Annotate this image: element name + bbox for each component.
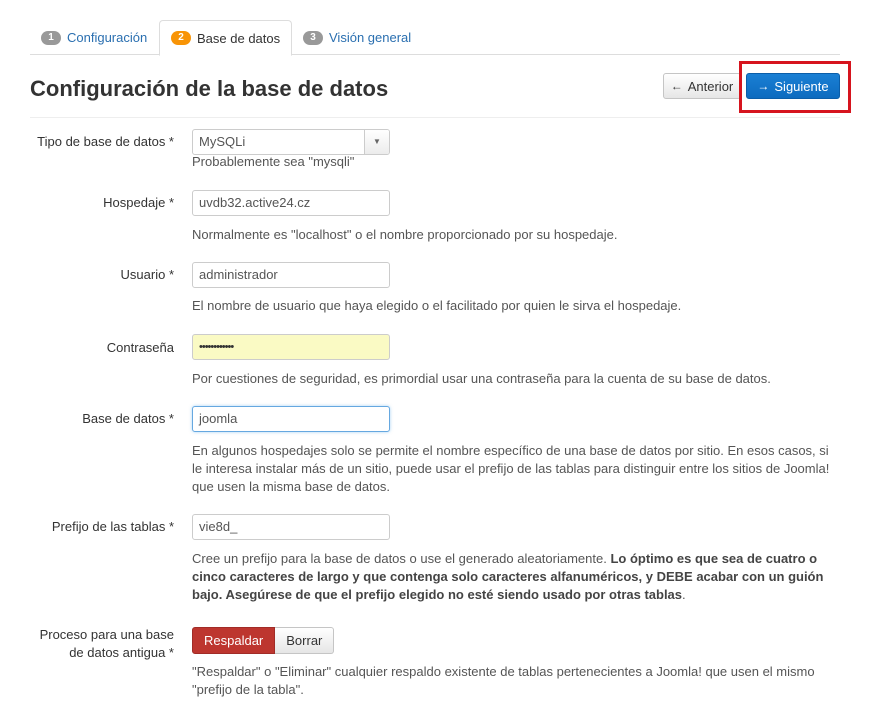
prefix-input[interactable]: vie8d_	[192, 514, 390, 540]
user-help: El nombre de usuario que haya elegido o …	[192, 298, 682, 313]
tab-label: Base de datos	[197, 30, 281, 46]
arrow-right-icon: →	[757, 79, 770, 93]
chevron-down-icon[interactable]: ▼	[364, 130, 389, 154]
db-name-help: En algunos hospedajes solo se permite el…	[192, 443, 830, 494]
db-type-label: Tipo de base de datos *	[37, 134, 174, 149]
tab-vision-general[interactable]: 3 Visión general	[292, 20, 422, 55]
old-db-toggle: Respaldar Borrar	[192, 627, 335, 654]
db-type-help: Probablemente sea "mysqli"	[192, 154, 355, 169]
page-title: Configuración de la base de datos	[30, 76, 389, 101]
db-name-label: Base de datos *	[82, 411, 174, 426]
tab-number-badge: 3	[303, 30, 323, 45]
db-name-input[interactable]: joomla	[192, 406, 390, 432]
next-button-label: Siguiente	[774, 78, 829, 94]
host-help: Normalmente es "localhost" o el nombre p…	[192, 227, 618, 242]
old-db-help: "Respaldar" o "Eliminar" cualquier respa…	[192, 664, 815, 697]
header-divider	[30, 117, 840, 118]
tab-label: Visión general	[329, 30, 412, 45]
user-input[interactable]: administrador	[192, 262, 390, 288]
password-help: Por cuestiones de seguridad, es primordi…	[192, 371, 771, 386]
old-db-label: Proceso para una base de datos antigua *	[39, 627, 174, 660]
prefix-label: Prefijo de las tablas *	[51, 519, 174, 534]
tab-number-badge: 2	[171, 31, 191, 45]
tab-label: Configuración	[67, 30, 148, 45]
prefix-help-text: Cree un prefijo para la base de datos o …	[192, 551, 607, 566]
step-tabs: 1 Configuración 2 Base de datos 3 Visión…	[30, 20, 840, 56]
tab-base-de-datos[interactable]: 2 Base de datos	[159, 20, 293, 56]
password-label: Contraseña	[106, 340, 174, 355]
arrow-left-icon: ←	[670, 79, 683, 93]
prefix-help: Cree un prefijo para la base de datos o …	[192, 551, 824, 602]
host-label: Hospedaje *	[103, 195, 174, 210]
password-input[interactable]: ••••••••••••	[192, 334, 390, 360]
remove-button[interactable]: Borrar	[275, 627, 335, 654]
previous-button-label: Anterior	[687, 78, 734, 94]
next-button[interactable]: → Siguiente	[746, 73, 840, 99]
db-type-value: MySQLi	[199, 134, 246, 149]
tab-number-badge: 1	[41, 30, 61, 45]
db-type-select[interactable]: MySQLi ▼	[192, 129, 390, 155]
tab-configuracion[interactable]: 1 Configuración	[30, 20, 158, 55]
host-input[interactable]: uvdb32.active24.cz	[192, 190, 390, 216]
user-label: Usuario *	[120, 267, 174, 282]
backup-button[interactable]: Respaldar	[192, 627, 276, 654]
previous-button[interactable]: ← Anterior	[663, 73, 741, 99]
